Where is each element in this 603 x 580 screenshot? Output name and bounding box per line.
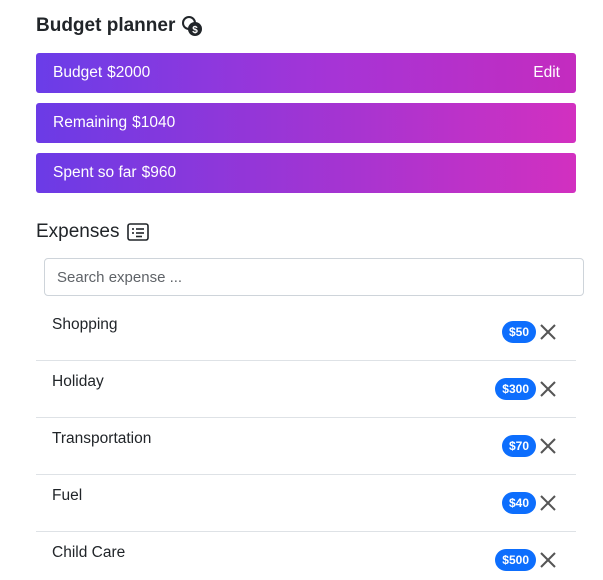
- expense-name: Holiday: [52, 373, 104, 390]
- delete-expense-icon[interactable]: [538, 322, 558, 342]
- expense-name: Fuel: [52, 487, 83, 504]
- expenses-title: Expenses: [36, 221, 120, 242]
- expense-item: Holiday $300: [36, 361, 576, 418]
- expense-cost-badge: $500: [495, 549, 536, 571]
- expense-item: Fuel $40: [36, 475, 576, 532]
- edit-budget-button[interactable]: Edit: [533, 64, 560, 82]
- budget-text: Budget $2000: [53, 64, 150, 82]
- app-title: Budget planner $: [36, 12, 203, 40]
- spent-label: Spent so far: [53, 164, 137, 181]
- remaining-label: Remaining: [53, 114, 128, 131]
- delete-expense-icon[interactable]: [538, 493, 558, 513]
- svg-text:$: $: [193, 25, 199, 36]
- spent-card: Spent so far $960: [36, 153, 576, 193]
- expense-item: Transportation $70: [36, 418, 576, 475]
- expense-list: Shopping $50 Holiday $300 Transportation $70 F…: [36, 304, 576, 580]
- expense-name: Shopping: [52, 316, 118, 333]
- expense-cost-badge: $300: [495, 378, 536, 400]
- remaining-value: $1040: [132, 114, 176, 131]
- expense-cost-badge: $40: [501, 492, 536, 514]
- expense-item: Shopping $50: [36, 304, 576, 361]
- search-expense-input[interactable]: [44, 258, 584, 296]
- list-icon: [127, 223, 150, 241]
- spent-value: $960: [141, 164, 177, 181]
- delete-expense-icon[interactable]: [538, 550, 558, 570]
- budget-card: Budget $2000 Edit: [36, 53, 576, 93]
- expenses-heading: Expenses: [36, 218, 150, 246]
- delete-expense-icon[interactable]: [538, 436, 558, 456]
- app-title-text: Budget planner: [36, 15, 176, 36]
- remaining-card: Remaining $1040: [36, 103, 576, 143]
- spent-text: Spent so far $960: [53, 164, 176, 182]
- budget-planner-page: Budget planner $ Budget $2000 Edit Remai…: [0, 0, 603, 580]
- expense-cost-badge: $50: [501, 321, 536, 343]
- budget-value: $2000: [107, 64, 151, 81]
- expense-name: Transportation: [52, 430, 152, 447]
- expense-cost-badge: $70: [501, 435, 536, 457]
- expense-name: Child Care: [52, 544, 126, 561]
- coins-icon: $: [181, 15, 203, 37]
- budget-label: Budget: [53, 64, 103, 81]
- delete-expense-icon[interactable]: [538, 379, 558, 399]
- expense-item: Child Care $500: [36, 532, 576, 580]
- remaining-text: Remaining $1040: [53, 114, 175, 132]
